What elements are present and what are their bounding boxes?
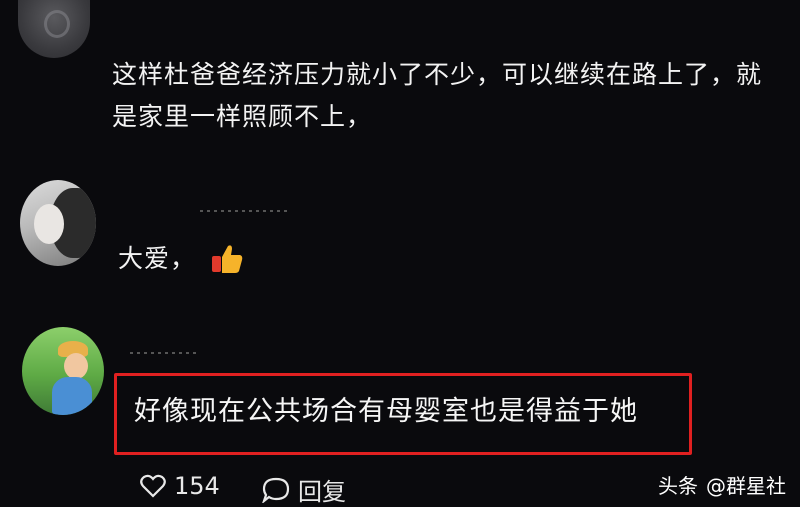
thumbs-up-emoji: [212, 245, 243, 273]
watermark-account: @群星社: [706, 474, 786, 498]
comment-1-text: 这样杜爸爸经济压力就小了不少，可以继续在路上了，就 是家里一样照顾不上，: [112, 54, 782, 138]
avatar-commenter-3[interactable]: [22, 327, 104, 415]
comment-2-text: 大爱，: [118, 238, 244, 280]
avatar-body: [52, 377, 92, 415]
reply-button[interactable]: 回复: [262, 472, 346, 507]
comment-2-label: 大爱，: [118, 244, 197, 273]
avatar-commenter-1[interactable]: [18, 0, 90, 58]
like-button[interactable]: 154: [140, 472, 220, 500]
like-count: 154: [174, 472, 220, 500]
heart-icon: [140, 474, 166, 498]
comment-1-line-2: 是家里一样照顾不上，: [112, 102, 373, 131]
avatar-head: [64, 353, 88, 379]
divider: [200, 210, 290, 212]
comment-1-line-1: 这样杜爸爸经济压力就小了不少，可以继续在路上了，就: [112, 60, 763, 89]
watermark-platform: 头条: [658, 474, 698, 498]
watermark: 头条 @群星社: [658, 470, 786, 499]
comment-bubble-icon: [262, 477, 290, 503]
avatar-logo-icon: [44, 10, 70, 38]
avatar-face: [34, 204, 64, 244]
comment-3-text: 好像现在公共场合有母婴室也是得益于她: [134, 396, 638, 427]
divider: [130, 352, 200, 354]
avatar-commenter-2[interactable]: [20, 180, 96, 266]
reply-label: 回复: [298, 478, 346, 506]
